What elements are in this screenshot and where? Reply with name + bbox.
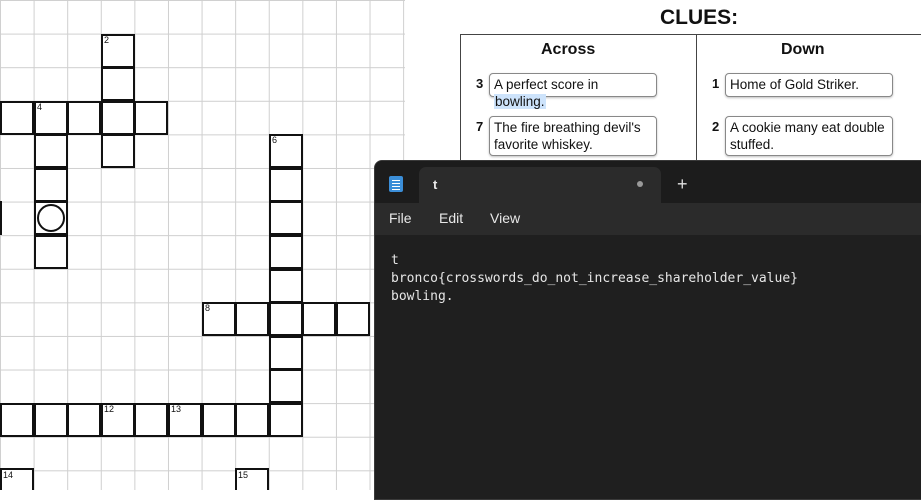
crossword-cell[interactable] xyxy=(0,101,34,135)
editor-line: t xyxy=(391,253,399,268)
notepad-window: t + File Edit View t bronco{crosswords_d… xyxy=(374,160,921,500)
cell-edge xyxy=(0,201,2,235)
clue-number-across: 3 xyxy=(476,76,484,91)
crossword-cell[interactable] xyxy=(202,403,236,437)
crossword-cell[interactable] xyxy=(269,336,303,370)
crossword-cell[interactable] xyxy=(34,403,68,437)
clue-number: 4 xyxy=(37,102,43,112)
clue-number-across: 7 xyxy=(476,119,484,134)
clue-number: 2 xyxy=(104,35,110,45)
clue-down-2[interactable]: A cookie many eat double stuffed. xyxy=(725,116,893,156)
crossword-cell[interactable] xyxy=(34,134,68,168)
crossword-cell[interactable] xyxy=(134,403,168,437)
circle-marker xyxy=(37,204,65,232)
clue-text-highlight: bowling. xyxy=(494,94,546,109)
crossword-cell[interactable] xyxy=(269,235,303,269)
crossword-cell[interactable] xyxy=(302,302,336,336)
crossword-cell[interactable] xyxy=(101,101,135,135)
clue-down-1[interactable]: Home of Gold Striker. xyxy=(725,73,893,97)
crossword-cell[interactable] xyxy=(34,235,68,269)
clue-number: 13 xyxy=(171,404,182,414)
crossword-cell[interactable] xyxy=(269,269,303,303)
menu-file[interactable]: File xyxy=(389,210,412,226)
menu-view[interactable]: View xyxy=(490,210,520,226)
crossword-cell[interactable] xyxy=(134,101,168,135)
editor-line: bronco{crosswords_do_not_increase_shareh… xyxy=(391,271,798,286)
clues-title: CLUES: xyxy=(660,6,739,29)
clue-number: 15 xyxy=(238,470,249,480)
clue-number-down: 1 xyxy=(712,76,720,91)
crossword-cell[interactable] xyxy=(269,403,303,437)
down-header: Down xyxy=(781,41,825,58)
clue-number: 6 xyxy=(272,135,278,145)
clue-number: 14 xyxy=(3,470,14,480)
crossword-cell[interactable] xyxy=(269,201,303,235)
clue-number: 12 xyxy=(104,404,115,414)
clue-number-down: 2 xyxy=(712,119,720,134)
text-editor[interactable]: t bronco{crosswords_do_not_increase_shar… xyxy=(375,235,921,499)
notepad-icon xyxy=(389,176,403,192)
crossword-cell[interactable] xyxy=(269,369,303,403)
crossword-cell[interactable] xyxy=(101,134,135,168)
crossword-cell[interactable] xyxy=(336,302,370,336)
clue-across-7[interactable]: The fire breathing devil's favorite whis… xyxy=(489,116,657,156)
crossword-cell[interactable] xyxy=(67,101,101,135)
crossword-cell[interactable] xyxy=(0,403,34,437)
crossword-cell[interactable] xyxy=(101,67,135,101)
new-tab-icon[interactable]: + xyxy=(677,175,688,193)
editor-line: bowling. xyxy=(391,289,454,304)
tab-title: t xyxy=(433,177,438,192)
menu-bar: File Edit View xyxy=(375,203,921,235)
crossword-grid: 2 4 6 8 12 13 14 15 xyxy=(0,0,405,490)
crossword-cell[interactable] xyxy=(235,403,269,437)
clue-number: 8 xyxy=(205,303,211,313)
clues-divider xyxy=(696,34,697,174)
crossword-cell[interactable] xyxy=(67,403,101,437)
crossword-cell[interactable] xyxy=(235,302,269,336)
unsaved-dot-icon[interactable] xyxy=(637,181,643,187)
across-header: Across xyxy=(541,41,596,58)
clue-across-3[interactable]: A perfect score in bowling. xyxy=(489,73,657,109)
crossword-cell[interactable] xyxy=(34,168,68,202)
document-tab[interactable]: t xyxy=(419,167,661,203)
clue-text: A perfect score in xyxy=(494,77,599,92)
title-bar[interactable]: t + xyxy=(375,161,921,203)
crossword-cell[interactable] xyxy=(269,168,303,202)
menu-edit[interactable]: Edit xyxy=(439,210,463,226)
crossword-cell[interactable] xyxy=(269,302,303,336)
